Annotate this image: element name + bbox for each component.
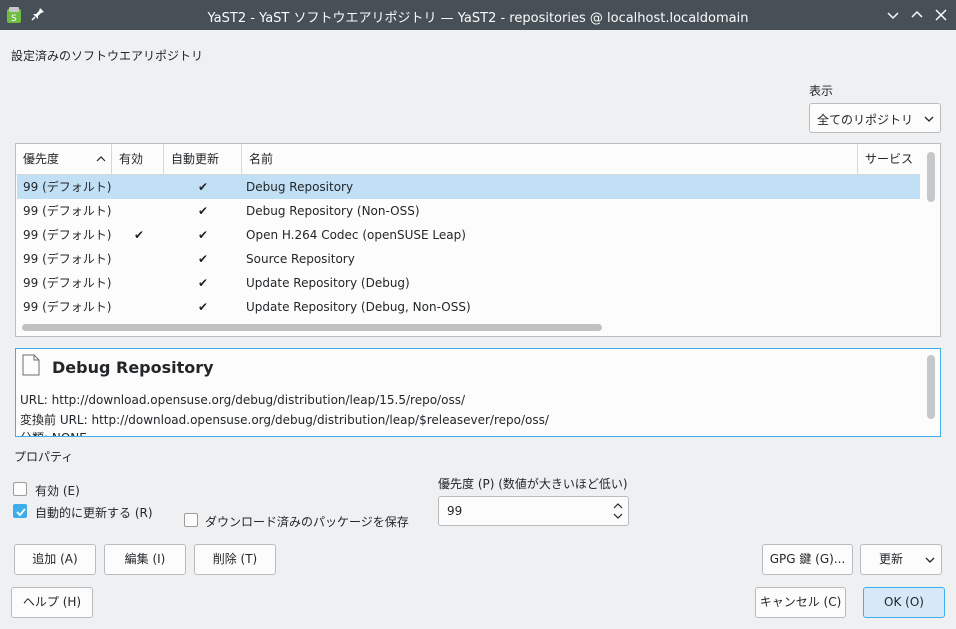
cell-autorefresh: ✔ <box>198 180 209 194</box>
minimize-button[interactable] <box>883 5 903 25</box>
table-row[interactable]: 99 (デフォルト) ✔ Debug Repository (Non-OSS) <box>17 199 920 223</box>
spin-arrows-icon <box>613 503 623 519</box>
view-select-value: 全てのリポジトリ <box>817 113 914 127</box>
help-button[interactable]: ヘルプ (H) <box>11 587 93 618</box>
cell-priority: 99 (デフォルト) <box>23 204 112 218</box>
autorefresh-checkbox-label[interactable]: 自動的に更新する (R) <box>35 504 153 521</box>
autorefresh-checkbox[interactable] <box>13 504 27 518</box>
info-category: 分類: NONE <box>20 429 87 436</box>
column-header-name[interactable]: 名前 <box>242 144 858 174</box>
repository-table[interactable]: 優先度 有効 自動更新 名前 サービス 99 (デフォルト) ✔ Debug R… <box>15 143 941 337</box>
info-raw-url: 変換前 URL: http://download.opensuse.org/de… <box>20 413 549 427</box>
document-icon <box>22 354 40 376</box>
table-row[interactable]: 99 (デフォルト) ✔ Debug Repository <box>17 175 920 199</box>
close-icon <box>935 9 947 21</box>
window-titlebar: S YaST2 - YaST ソフトウエアリポジトリ — YaST2 - rep… <box>0 0 956 30</box>
refresh-menu-label: 更新 <box>879 552 904 566</box>
enabled-checkbox-label[interactable]: 有効 (E) <box>35 482 80 499</box>
column-header-priority[interactable]: 優先度 <box>16 144 112 174</box>
delete-button[interactable]: 削除 (T) <box>194 544 276 575</box>
cell-enabled: ✔ <box>134 228 145 242</box>
checkmark-icon <box>16 508 26 517</box>
close-button[interactable] <box>931 5 951 25</box>
cell-name: Debug Repository (Non-OSS) <box>246 204 420 218</box>
table-row[interactable]: 99 (デフォルト) ✔ Update Repository (Debug) <box>17 271 920 295</box>
keep-packages-checkbox[interactable] <box>184 513 198 527</box>
cell-priority: 99 (デフォルト) <box>23 228 112 242</box>
cell-name: Open H.264 Codec (openSUSE Leap) <box>246 228 466 242</box>
chevron-down-icon <box>887 12 899 20</box>
cell-autorefresh: ✔ <box>198 276 209 290</box>
table-row[interactable]: 99 (デフォルト) ✔ Update Repository (Debug, N… <box>17 295 920 319</box>
table-row[interactable]: 99 (デフォルト) ✔ Source Repository <box>17 247 920 271</box>
priority-spinbox[interactable]: 99 <box>438 496 629 526</box>
priority-value: 99 <box>447 504 463 518</box>
add-button[interactable]: 追加 (A) <box>14 544 96 575</box>
cell-autorefresh: ✔ <box>198 228 209 242</box>
maximize-button[interactable] <box>907 5 927 25</box>
view-label: 表示 <box>809 84 834 98</box>
cell-autorefresh: ✔ <box>198 300 209 314</box>
view-select[interactable]: 全てのリポジトリ <box>809 103 941 133</box>
cell-autorefresh: ✔ <box>198 252 209 266</box>
keep-packages-checkbox-label[interactable]: ダウンロード済みのパッケージを保存 <box>205 513 409 530</box>
priority-label: 優先度 (P) (数値が大きいほど低い) <box>438 477 628 491</box>
theme-moon-icon[interactable] <box>928 47 942 61</box>
cell-priority: 99 (デフォルト) <box>23 300 112 314</box>
chevron-down-icon <box>925 557 935 563</box>
page-heading: 設定済みのソフトウエアリポジトリ <box>11 49 204 63</box>
cell-name: Update Repository (Debug, Non-OSS) <box>246 300 471 314</box>
column-header-autorefresh[interactable]: 自動更新 <box>164 144 242 174</box>
chevron-down-icon <box>924 116 934 122</box>
window-title: YaST2 - YaST ソフトウエアリポジトリ — YaST2 - repos… <box>207 11 749 26</box>
column-header-service[interactable]: サービス <box>858 144 920 174</box>
cell-name: Debug Repository <box>246 180 354 194</box>
cell-name: Update Repository (Debug) <box>246 276 410 290</box>
ok-button[interactable]: OK (O) <box>863 587 945 618</box>
cell-priority: 99 (デフォルト) <box>23 252 112 266</box>
edit-button[interactable]: 編集 (I) <box>104 544 186 575</box>
refresh-menu-button[interactable]: 更新 <box>860 544 942 575</box>
gpg-keys-button[interactable]: GPG 鍵 (G)... <box>762 544 853 575</box>
info-vertical-scrollbar[interactable] <box>927 355 935 419</box>
column-header-enabled[interactable]: 有効 <box>112 144 164 174</box>
table-row[interactable]: 99 (デフォルト) ✔ ✔ Open H.264 Codec (openSUS… <box>17 223 920 247</box>
table-horizontal-scrollbar[interactable] <box>22 324 602 331</box>
cell-name: Source Repository <box>246 252 355 266</box>
properties-label: プロパティ <box>14 450 74 464</box>
sort-ascending-icon <box>96 156 106 162</box>
cell-priority: 99 (デフォルト) <box>23 276 112 290</box>
info-url: URL: http://download.opensuse.org/debug/… <box>20 393 465 407</box>
table-vertical-scrollbar[interactable] <box>927 152 935 202</box>
cancel-button[interactable]: キャンセル (C) <box>755 587 846 618</box>
cell-priority: 99 (デフォルト) <box>23 180 112 194</box>
info-title: Debug Repository <box>52 358 214 377</box>
repository-info-panel: Debug Repository URL: http://download.op… <box>15 348 941 437</box>
enabled-checkbox[interactable] <box>13 482 27 496</box>
cell-autorefresh: ✔ <box>198 204 209 218</box>
chevron-up-icon <box>911 10 923 18</box>
